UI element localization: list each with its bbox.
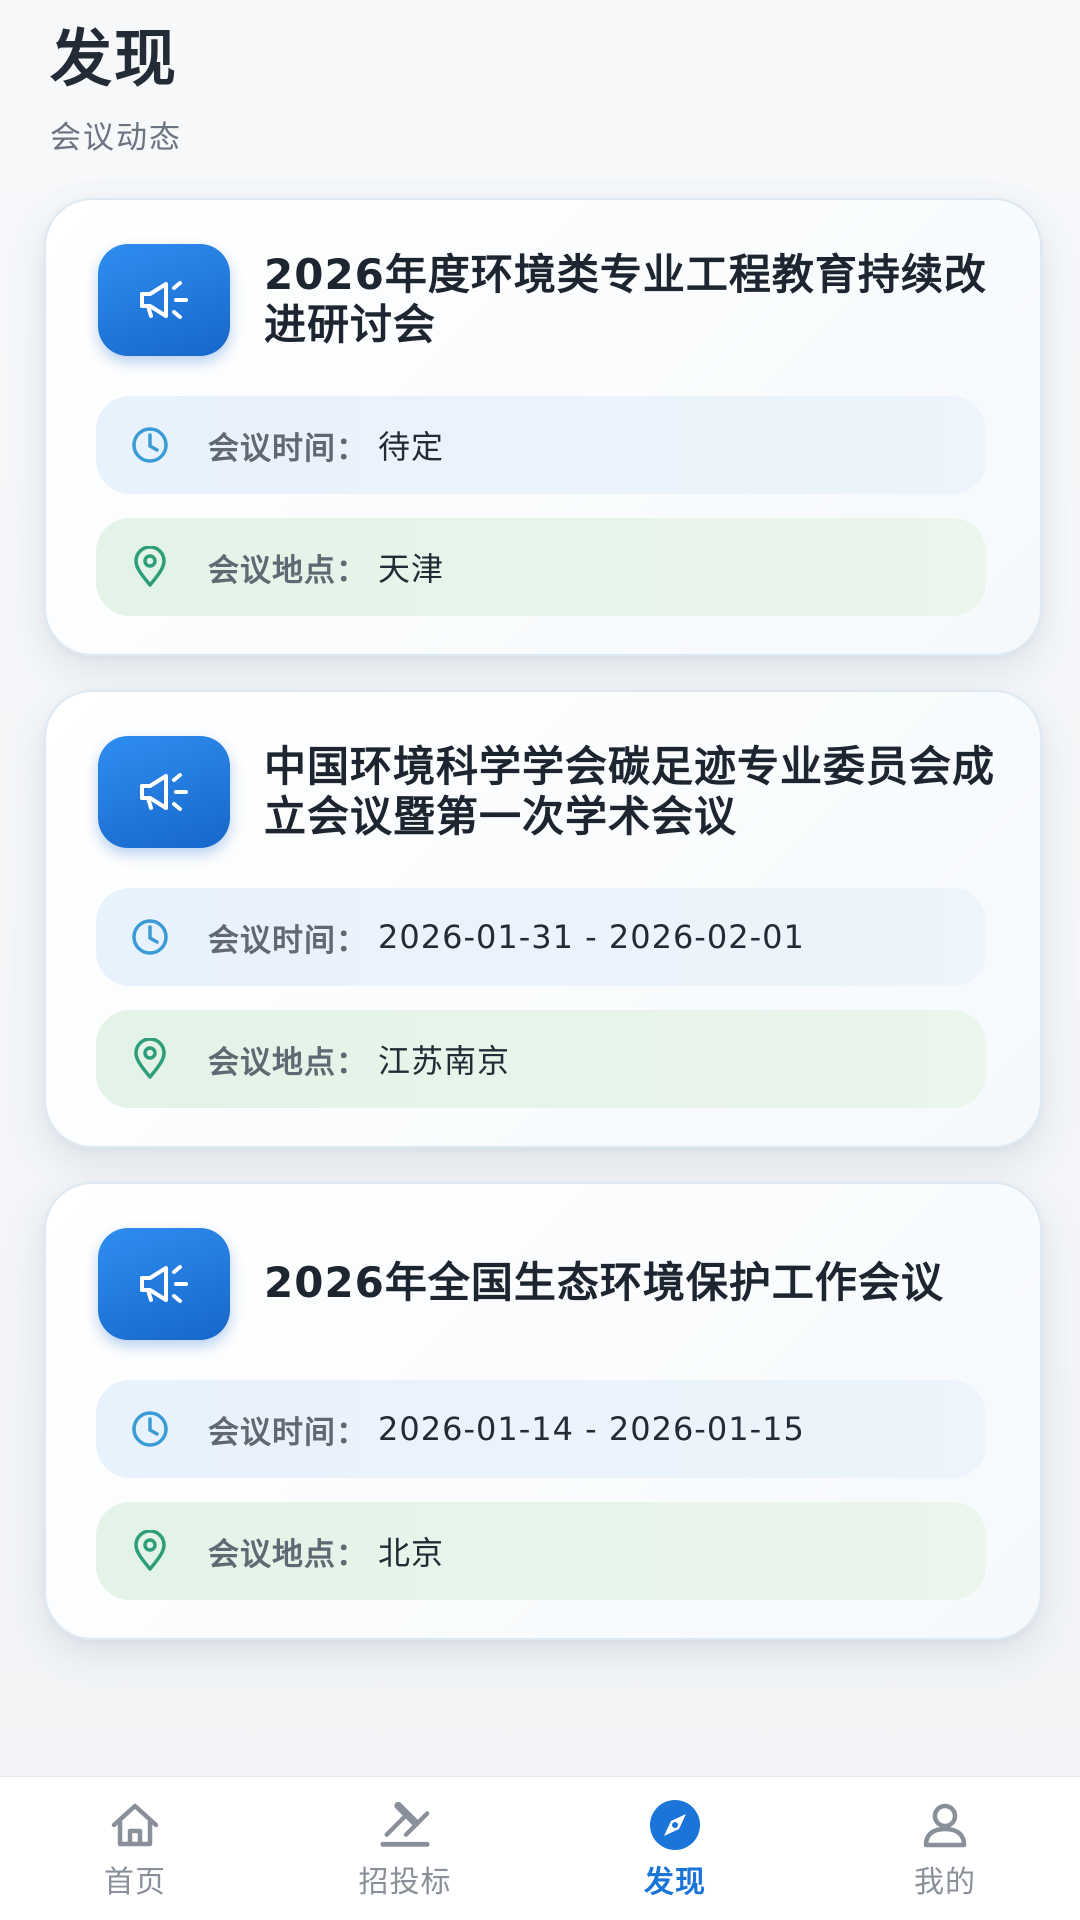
clock-icon xyxy=(128,423,172,467)
time-value: 2026-01-14 - 2026-01-15 xyxy=(378,1410,805,1448)
meeting-card[interactable]: 2026年全国生态环境保护工作会议 会议时间： 2026-01-14 - 202… xyxy=(44,1182,1042,1640)
clock-icon xyxy=(128,915,172,959)
time-label: 会议时间： xyxy=(208,430,368,467)
location-value: 天津 xyxy=(378,550,445,588)
meeting-title: 2026年度环境类专业工程教育持续改进研讨会 xyxy=(264,250,987,349)
user-icon xyxy=(917,1797,973,1853)
section-subtitle: 会议动态 xyxy=(50,120,182,156)
meeting-location-row: 会议地点： 江苏南京 xyxy=(96,1010,986,1108)
time-value: 待定 xyxy=(378,428,445,466)
tab-label: 首页 xyxy=(104,1864,166,1900)
meeting-card[interactable]: 2026年度环境类专业工程教育持续改进研讨会 会议时间： 待定 会议地点： 天津 xyxy=(44,198,1042,656)
tab-bidding[interactable]: 招投标 xyxy=(270,1777,540,1920)
meeting-location-row: 会议地点： 北京 xyxy=(96,1502,986,1600)
meeting-time-row: 会议时间： 2026-01-14 - 2026-01-15 xyxy=(96,1380,986,1478)
time-value: 2026-01-31 - 2026-02-01 xyxy=(378,918,805,956)
meeting-title: 中国环境科学学会碳足迹专业委员会成立会议暨第一次学术会议 xyxy=(264,742,996,841)
meeting-title: 2026年全国生态环境保护工作会议 xyxy=(264,1258,944,1307)
home-icon xyxy=(107,1797,163,1853)
meeting-card[interactable]: 中国环境科学学会碳足迹专业委员会成立会议暨第一次学术会议 会议时间： 2026-… xyxy=(44,690,1042,1148)
tab-mine[interactable]: 我的 xyxy=(810,1777,1080,1920)
time-label: 会议时间： xyxy=(208,922,368,959)
location-label: 会议地点： xyxy=(208,1044,368,1081)
tab-label: 招投标 xyxy=(358,1864,452,1900)
location-value: 江苏南京 xyxy=(378,1042,511,1080)
compass-icon xyxy=(647,1797,703,1853)
page-title: 发现 xyxy=(50,22,179,95)
tab-home[interactable]: 首页 xyxy=(0,1777,270,1920)
clock-icon xyxy=(128,1407,172,1451)
location-label: 会议地点： xyxy=(208,552,368,589)
meeting-location-row: 会议地点： 天津 xyxy=(96,518,986,616)
time-label: 会议时间： xyxy=(208,1414,368,1451)
bottom-tab-bar: 首页 招投标 发现 我的 xyxy=(0,1776,1080,1920)
meeting-time-row: 会议时间： 待定 xyxy=(96,396,986,494)
megaphone-icon xyxy=(98,1228,230,1340)
tab-label: 我的 xyxy=(914,1864,976,1900)
tab-label: 发现 xyxy=(644,1864,706,1900)
megaphone-icon xyxy=(98,736,230,848)
meeting-time-row: 会议时间： 2026-01-31 - 2026-02-01 xyxy=(96,888,986,986)
gavel-icon xyxy=(377,1797,433,1853)
discover-page: 发现 会议动态 2026年度环境类专业工程教育持续改进研讨会 会议时间： 待定 … xyxy=(0,0,1080,1920)
location-pin-icon xyxy=(128,1529,172,1573)
location-pin-icon xyxy=(128,545,172,589)
location-label: 会议地点： xyxy=(208,1536,368,1573)
tab-discover[interactable]: 发现 xyxy=(540,1777,810,1920)
megaphone-icon xyxy=(98,244,230,356)
location-pin-icon xyxy=(128,1037,172,1081)
location-value: 北京 xyxy=(378,1534,445,1572)
